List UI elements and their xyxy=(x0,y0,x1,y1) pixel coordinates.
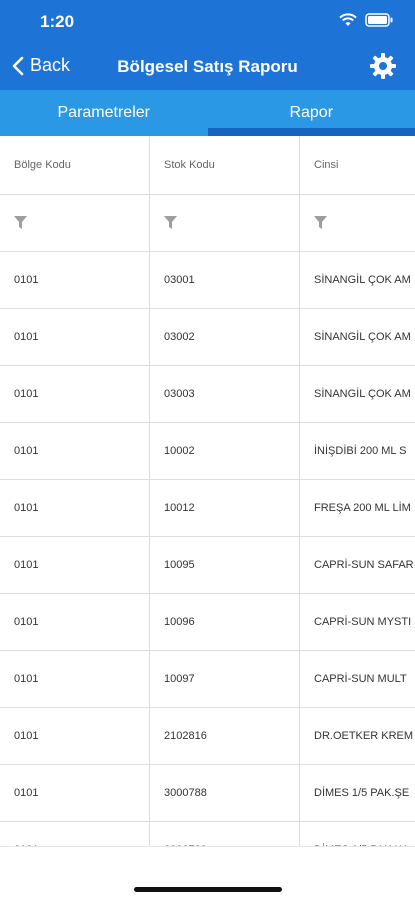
cell-stok-kodu: 10002 xyxy=(150,423,300,479)
cell-cinsi: DR.OETKER KREM xyxy=(300,708,415,764)
table-row[interactable]: 0101 03003 SİNANGİL ÇOK AM xyxy=(0,366,415,423)
home-indicator[interactable] xyxy=(134,887,282,892)
cell-stok-kodu: 2102816 xyxy=(150,708,300,764)
cell-stok-kodu: 03001 xyxy=(150,252,300,308)
settings-button[interactable] xyxy=(369,52,397,85)
cell-stok-kodu: 3000788 xyxy=(150,765,300,821)
active-tab-indicator xyxy=(208,128,415,136)
table-row[interactable]: 0101 03001 SİNANGİL ÇOK AM xyxy=(0,252,415,309)
cell-cinsi: DİMES 1/5 PAK.KA xyxy=(300,822,415,846)
cell-stok-kodu: 10012 xyxy=(150,480,300,536)
table-row[interactable]: 0101 3000789 DİMES 1/5 PAK.KA xyxy=(0,822,415,846)
cell-stok-kodu: 03003 xyxy=(150,366,300,422)
wifi-icon xyxy=(339,13,357,27)
cell-cinsi: FREŞA 200 ML LİM xyxy=(300,480,415,536)
filter-bolge-kodu[interactable] xyxy=(0,195,150,251)
status-icons xyxy=(339,13,393,27)
tab-bar: Parametreler Rapor xyxy=(0,90,415,136)
tab-rapor[interactable]: Rapor xyxy=(208,90,415,136)
table-row[interactable]: 0101 03002 SİNANGİL ÇOK AM xyxy=(0,309,415,366)
battery-icon xyxy=(365,13,393,27)
cell-bolge-kodu: 0101 xyxy=(0,366,150,422)
table-header-row: Bölge Kodu Stok Kodu Cinsi xyxy=(0,136,415,195)
tab-parametreler[interactable]: Parametreler xyxy=(0,90,208,136)
cell-bolge-kodu: 0101 xyxy=(0,822,150,846)
table-row[interactable]: 0101 3000788 DİMES 1/5 PAK.ŞE xyxy=(0,765,415,822)
column-header-cinsi[interactable]: Cinsi xyxy=(300,136,415,194)
cell-stok-kodu: 10097 xyxy=(150,651,300,707)
cell-bolge-kodu: 0101 xyxy=(0,252,150,308)
table-row[interactable]: 0101 10002 İNİŞDİBİ 200 ML S xyxy=(0,423,415,480)
cell-cinsi: SİNANGİL ÇOK AM xyxy=(300,252,415,308)
cell-bolge-kodu: 0101 xyxy=(0,651,150,707)
cell-stok-kodu: 10095 xyxy=(150,537,300,593)
column-header-bolge-kodu[interactable]: Bölge Kodu xyxy=(0,136,150,194)
status-time: 1:20 xyxy=(40,12,74,32)
page-title: Bölgesel Satış Raporu xyxy=(0,57,415,77)
cell-cinsi: DİMES 1/5 PAK.ŞE xyxy=(300,765,415,821)
table-row[interactable]: 0101 2102816 DR.OETKER KREM xyxy=(0,708,415,765)
top-bar: 1:20 Back Bölgesel Satış Raporu xyxy=(0,0,415,90)
cell-stok-kodu: 10096 xyxy=(150,594,300,650)
cell-bolge-kodu: 0101 xyxy=(0,423,150,479)
filter-icon xyxy=(314,216,327,230)
cell-bolge-kodu: 0101 xyxy=(0,765,150,821)
cell-bolge-kodu: 0101 xyxy=(0,708,150,764)
filter-cinsi[interactable] xyxy=(300,195,415,251)
column-header-stok-kodu[interactable]: Stok Kodu xyxy=(150,136,300,194)
table-row[interactable]: 0101 10095 CAPRİ-SUN SAFAR xyxy=(0,537,415,594)
cell-cinsi: CAPRİ-SUN MULT xyxy=(300,651,415,707)
filter-icon xyxy=(164,216,177,230)
table-row[interactable]: 0101 10097 CAPRİ-SUN MULT xyxy=(0,651,415,708)
cell-cinsi: SİNANGİL ÇOK AM xyxy=(300,366,415,422)
gear-icon xyxy=(369,52,397,80)
cell-cinsi: SİNANGİL ÇOK AM xyxy=(300,309,415,365)
cell-cinsi: CAPRİ-SUN SAFAR xyxy=(300,537,415,593)
table-row[interactable]: 0101 10012 FREŞA 200 ML LİM xyxy=(0,480,415,537)
home-area xyxy=(0,846,415,901)
filter-icon xyxy=(14,216,27,230)
cell-bolge-kodu: 0101 xyxy=(0,594,150,650)
tab-label: Rapor xyxy=(289,104,333,122)
cell-bolge-kodu: 0101 xyxy=(0,480,150,536)
cell-bolge-kodu: 0101 xyxy=(0,309,150,365)
cell-bolge-kodu: 0101 xyxy=(0,537,150,593)
filter-row xyxy=(0,195,415,252)
table-row[interactable]: 0101 10096 CAPRİ-SUN MYSTI xyxy=(0,594,415,651)
report-table: Bölge Kodu Stok Kodu Cinsi 0101 03001 Sİ… xyxy=(0,136,415,846)
tab-label: Parametreler xyxy=(58,104,150,122)
cell-stok-kodu: 03002 xyxy=(150,309,300,365)
filter-stok-kodu[interactable] xyxy=(150,195,300,251)
cell-cinsi: İNİŞDİBİ 200 ML S xyxy=(300,423,415,479)
cell-cinsi: CAPRİ-SUN MYSTI xyxy=(300,594,415,650)
cell-stok-kodu: 3000789 xyxy=(150,822,300,846)
